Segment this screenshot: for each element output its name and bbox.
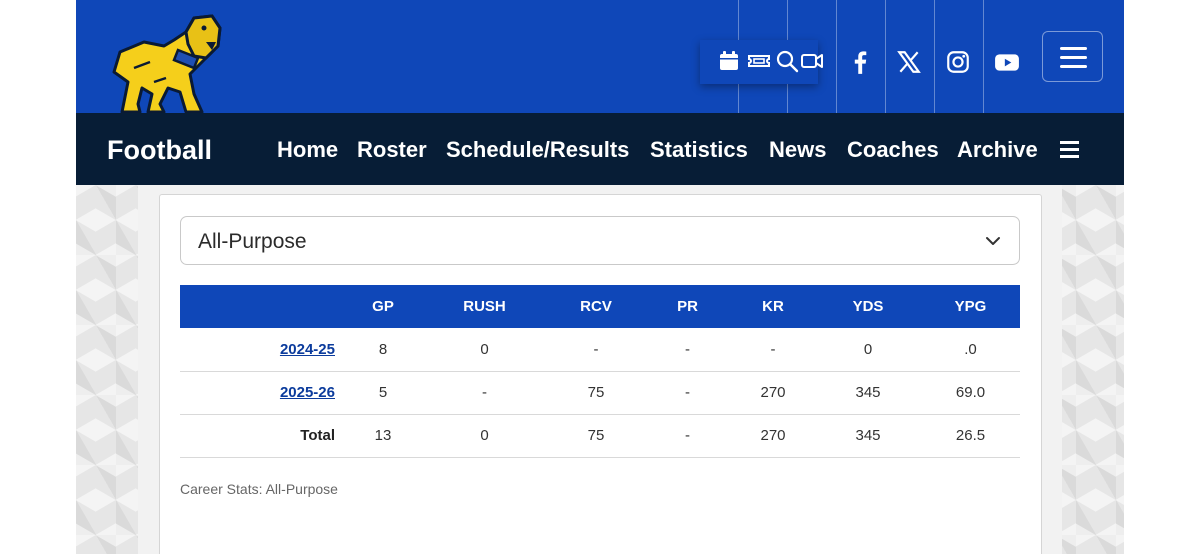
- stat-cell: 270: [731, 371, 815, 415]
- stat-cell: .0: [921, 328, 1020, 372]
- nav-schedule-results[interactable]: Schedule/Results: [446, 136, 629, 164]
- menu-line: [1060, 56, 1087, 59]
- ticket-icon[interactable]: [747, 49, 771, 73]
- stat-cell: 75: [548, 414, 644, 458]
- column-header[interactable]: PR: [644, 285, 731, 328]
- column-header: [180, 285, 345, 328]
- stat-cell: 75: [548, 371, 644, 415]
- stat-cell: -: [644, 414, 731, 458]
- stat-cell: 345: [815, 371, 921, 415]
- stats-card: All-Purpose GP RUSH RCV PR KR YDS YPG 20…: [159, 194, 1042, 554]
- sport-title[interactable]: Football: [107, 133, 212, 167]
- stat-cell: 26.5: [921, 414, 1020, 458]
- season-link[interactable]: 2025-26: [280, 384, 335, 401]
- sport-navbar: Football Home Roster Schedule/Results St…: [76, 113, 1124, 185]
- table-header-row: GP RUSH RCV PR KR YDS YPG: [180, 285, 1020, 328]
- bulldog-mascot-logo[interactable]: [94, 12, 224, 114]
- nav-archive[interactable]: Archive: [957, 136, 1038, 164]
- stat-cell: -: [421, 371, 548, 415]
- stat-cell: 0: [815, 328, 921, 372]
- column-header[interactable]: RUSH: [421, 285, 548, 328]
- career-stats-table: GP RUSH RCV PR KR YDS YPG 2024-25 8 0 -: [180, 285, 1020, 458]
- stat-cell: -: [644, 371, 731, 415]
- x-icon[interactable]: [896, 49, 922, 75]
- instagram-icon[interactable]: [945, 49, 971, 75]
- header-divider: [983, 0, 984, 113]
- page-frame: Football Home Roster Schedule/Results St…: [76, 0, 1124, 554]
- search-icon[interactable]: [775, 49, 799, 73]
- column-header[interactable]: YPG: [921, 285, 1020, 328]
- stat-cell: -: [731, 328, 815, 372]
- menu-line: [1060, 65, 1087, 68]
- chevron-down-icon: [986, 237, 1000, 245]
- season-cell: 2024-25: [180, 328, 345, 372]
- stat-cell: -: [644, 328, 731, 372]
- table-caption: Career Stats: All-Purpose: [180, 481, 338, 497]
- stat-cell: 0: [421, 328, 548, 372]
- stat-cell: 13: [345, 414, 421, 458]
- stat-cell: -: [548, 328, 644, 372]
- facebook-icon[interactable]: [847, 49, 873, 75]
- stat-cell: 345: [815, 414, 921, 458]
- stat-cell: 69.0: [921, 371, 1020, 415]
- header-divider: [885, 0, 886, 113]
- stat-cell: 0: [421, 414, 548, 458]
- stat-cell: 5: [345, 371, 421, 415]
- content-area: All-Purpose GP RUSH RCV PR KR YDS YPG 20…: [138, 185, 1062, 554]
- video-icon[interactable]: [800, 49, 824, 73]
- menu-line: [1060, 141, 1079, 144]
- header-divider: [836, 0, 837, 113]
- site-header: [76, 0, 1124, 114]
- column-header[interactable]: RCV: [548, 285, 644, 328]
- total-row: Total 13 0 75 - 270 345 26.5: [180, 414, 1020, 458]
- table-row: 2024-25 8 0 - - - 0 .0: [180, 328, 1020, 372]
- hamburger-icon[interactable]: [1060, 139, 1080, 159]
- nav-coaches[interactable]: Coaches: [847, 136, 939, 164]
- nav-news[interactable]: News: [769, 136, 826, 164]
- stat-category-select[interactable]: All-Purpose: [180, 216, 1020, 265]
- select-value: All-Purpose: [198, 230, 307, 253]
- nav-roster[interactable]: Roster: [357, 136, 427, 164]
- youtube-icon[interactable]: [994, 49, 1020, 75]
- column-header[interactable]: YDS: [815, 285, 921, 328]
- total-label: Total: [180, 414, 345, 458]
- hamburger-menu-icon[interactable]: [1042, 31, 1103, 82]
- nav-home[interactable]: Home: [277, 136, 338, 164]
- stat-cell: 8: [345, 328, 421, 372]
- column-header[interactable]: GP: [345, 285, 421, 328]
- menu-line: [1060, 148, 1079, 151]
- calendar-icon[interactable]: [717, 49, 741, 73]
- table-row: 2025-26 5 - 75 - 270 345 69.0: [180, 371, 1020, 415]
- season-link[interactable]: 2024-25: [280, 341, 335, 358]
- menu-line: [1060, 155, 1079, 158]
- column-header[interactable]: KR: [731, 285, 815, 328]
- nav-statistics[interactable]: Statistics: [650, 136, 748, 164]
- menu-line: [1060, 47, 1087, 50]
- season-cell: 2025-26: [180, 371, 345, 415]
- header-divider: [934, 0, 935, 113]
- stat-cell: 270: [731, 414, 815, 458]
